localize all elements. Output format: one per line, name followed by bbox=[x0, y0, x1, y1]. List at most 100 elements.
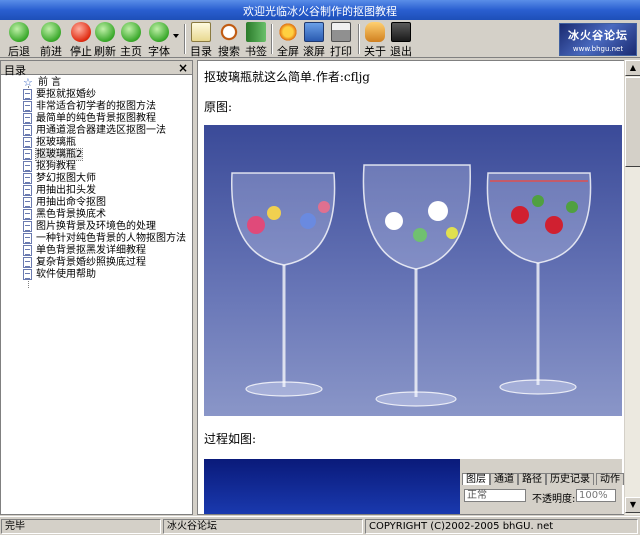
tree-item[interactable]: 一种针对纯色背景的人物抠图方法 bbox=[23, 233, 186, 245]
tab-history: 历史记录 bbox=[546, 473, 594, 485]
about-button[interactable]: 关于 bbox=[362, 22, 388, 58]
page-icon bbox=[23, 137, 32, 148]
fullscreen-icon bbox=[278, 22, 298, 42]
back-arrow-icon bbox=[9, 22, 29, 42]
content-scrollbar[interactable]: ▲ ▼ bbox=[624, 60, 640, 515]
tree-item-selected[interactable]: 抠玻璃瓶2 bbox=[23, 148, 84, 161]
forward-arrow-icon bbox=[41, 22, 61, 42]
layers-panel: 图层 通道 路径 历史记录 动作 正常 不透明度: 100% bbox=[460, 459, 624, 514]
print-icon bbox=[331, 22, 351, 42]
tree-item[interactable]: 抠玻璃瓶 bbox=[23, 137, 76, 149]
page-icon bbox=[23, 125, 32, 136]
process-label: 过程如图: bbox=[204, 432, 257, 446]
tree-item[interactable]: 非常适合初学者的抠图方法 bbox=[23, 101, 156, 113]
tree-item[interactable]: 图片换背景及环境色的处理 bbox=[23, 221, 156, 233]
scroll-thumb[interactable] bbox=[625, 77, 640, 167]
toolbar-separator bbox=[184, 24, 186, 54]
page-icon bbox=[23, 89, 32, 100]
layers-panel-options: 正常 不透明度: 100% bbox=[460, 489, 622, 505]
tree-item[interactable]: 软件使用帮助 bbox=[23, 269, 96, 281]
home-icon bbox=[121, 22, 141, 42]
blend-mode-select: 正常 bbox=[464, 489, 526, 502]
tab-paths: 路径 bbox=[518, 473, 546, 485]
exit-button[interactable]: 退出 bbox=[388, 22, 414, 58]
contents-pane: 目录 × ☆ 前 言 要抠就抠婚纱 非常适合初学者的抠图方法 最简单的纯色背景抠图… bbox=[0, 60, 193, 515]
status-copyright: COPYRIGHT (C)2002-2005 bhGU. net bbox=[365, 519, 638, 534]
toolbar-separator bbox=[358, 24, 360, 54]
close-icon[interactable]: × bbox=[178, 61, 188, 75]
content-pane: 抠玻璃瓶就这么简单.作者:cfljg 原图: 过程如图: 图层 通道 路径 历史… bbox=[197, 60, 640, 515]
app-window: 欢迎光临冰火谷制作的抠图教程 后退 前进 停止 刷新 主页 字体 目录 搜索 书… bbox=[0, 0, 640, 535]
tree-item[interactable]: 用通道混合器建选区抠图一法 bbox=[23, 125, 166, 137]
page-icon bbox=[23, 149, 32, 160]
contents-pane-header: 目录 × bbox=[1, 61, 192, 77]
page-icon bbox=[23, 197, 32, 208]
scroll-icon bbox=[304, 22, 324, 42]
toolbar-separator bbox=[271, 24, 273, 54]
font-icon bbox=[149, 22, 169, 42]
page-icon bbox=[23, 209, 32, 220]
bookmark-button[interactable]: 书签 bbox=[243, 22, 269, 58]
scroll-button[interactable]: 滚屏 bbox=[301, 22, 327, 58]
font-button[interactable]: 字体 bbox=[144, 22, 174, 58]
opacity-label: 不透明度: bbox=[532, 494, 576, 505]
toolbar: 后退 前进 停止 刷新 主页 字体 目录 搜索 书签 全屏 滚屏 打印 关于 退… bbox=[0, 20, 640, 58]
search-icon bbox=[219, 22, 239, 42]
wine-glasses-illustration bbox=[231, 164, 592, 407]
title-bar: 欢迎光临冰火谷制作的抠图教程 bbox=[0, 0, 640, 20]
search-button[interactable]: 搜索 bbox=[216, 22, 242, 58]
exit-icon bbox=[391, 22, 411, 42]
tree-item-preface[interactable]: ☆ 前 言 bbox=[23, 77, 61, 89]
page-icon bbox=[23, 185, 32, 196]
page-icon bbox=[23, 233, 32, 244]
page-icon bbox=[23, 269, 32, 280]
fullscreen-button[interactable]: 全屏 bbox=[275, 22, 301, 58]
page-icon bbox=[23, 245, 32, 256]
process-screenshot: 图层 通道 路径 历史记录 动作 正常 不透明度: 100% bbox=[204, 459, 624, 514]
contents-button[interactable]: 目录 bbox=[188, 22, 214, 58]
tree-item[interactable]: 复杂背景婚纱照换底过程 bbox=[23, 257, 146, 269]
tree-item[interactable]: 单色背景抠黑发详细教程 bbox=[23, 245, 146, 257]
contents-icon bbox=[191, 22, 211, 42]
tab-layers: 图层 bbox=[462, 473, 490, 485]
status-forum: 冰火谷论坛 bbox=[163, 519, 363, 534]
scroll-up-icon[interactable]: ▲ bbox=[625, 60, 640, 76]
tab-channels: 通道 bbox=[490, 473, 518, 485]
forward-button[interactable]: 前进 bbox=[36, 22, 66, 58]
font-dropdown-arrow-icon[interactable] bbox=[173, 34, 179, 38]
refresh-icon bbox=[95, 22, 115, 42]
page-icon bbox=[23, 221, 32, 232]
bookmark-icon bbox=[246, 22, 266, 42]
window-title: 欢迎光临冰火谷制作的抠图教程 bbox=[243, 6, 397, 18]
page-icon bbox=[23, 173, 32, 184]
contents-tree: ☆ 前 言 要抠就抠婚纱 非常适合初学者的抠图方法 最简单的纯色背景抠图教程 用通… bbox=[1, 76, 192, 514]
tree-item[interactable]: 黑色背景换底术 bbox=[23, 209, 106, 221]
page-icon bbox=[23, 101, 32, 112]
tab-actions: 动作 bbox=[596, 473, 624, 485]
page-icon bbox=[23, 257, 32, 268]
article-heading: 抠玻璃瓶就这么简单.作者:cfljg bbox=[204, 70, 370, 84]
home-button[interactable]: 主页 bbox=[116, 22, 146, 58]
status-bar: 完毕 冰火谷论坛 COPYRIGHT (C)2002-2005 bhGU. ne… bbox=[0, 516, 640, 535]
tree-item[interactable]: 要抠就抠婚纱 bbox=[23, 89, 96, 101]
process-image-area bbox=[204, 459, 460, 514]
stop-icon bbox=[71, 22, 91, 42]
star-icon: ☆ bbox=[23, 76, 33, 89]
original-image-label: 原图: bbox=[204, 100, 233, 114]
back-button[interactable]: 后退 bbox=[4, 22, 34, 58]
tree-item[interactable]: 梦幻抠图大师 bbox=[23, 173, 96, 185]
tree-item[interactable]: 最简单的纯色背景抠图教程 bbox=[23, 113, 156, 125]
tree-item[interactable]: 用抽出扣头发 bbox=[23, 185, 96, 197]
page-icon bbox=[23, 161, 32, 172]
scroll-down-icon[interactable]: ▼ bbox=[625, 497, 640, 513]
wine-glasses-photo bbox=[204, 125, 622, 416]
tree-item[interactable]: 用抽出命令抠图 bbox=[23, 197, 106, 209]
layers-panel-tabs: 图层 通道 路径 历史记录 动作 bbox=[460, 473, 624, 485]
opacity-value: 100% bbox=[576, 489, 616, 502]
print-button[interactable]: 打印 bbox=[328, 22, 354, 58]
about-icon bbox=[365, 22, 385, 42]
tree-item[interactable]: 抠狗教程 bbox=[23, 161, 76, 173]
forum-logo: 冰火谷论坛 www.bhgu.net bbox=[559, 23, 637, 56]
status-text: 完毕 bbox=[1, 519, 161, 534]
page-icon bbox=[23, 113, 32, 124]
